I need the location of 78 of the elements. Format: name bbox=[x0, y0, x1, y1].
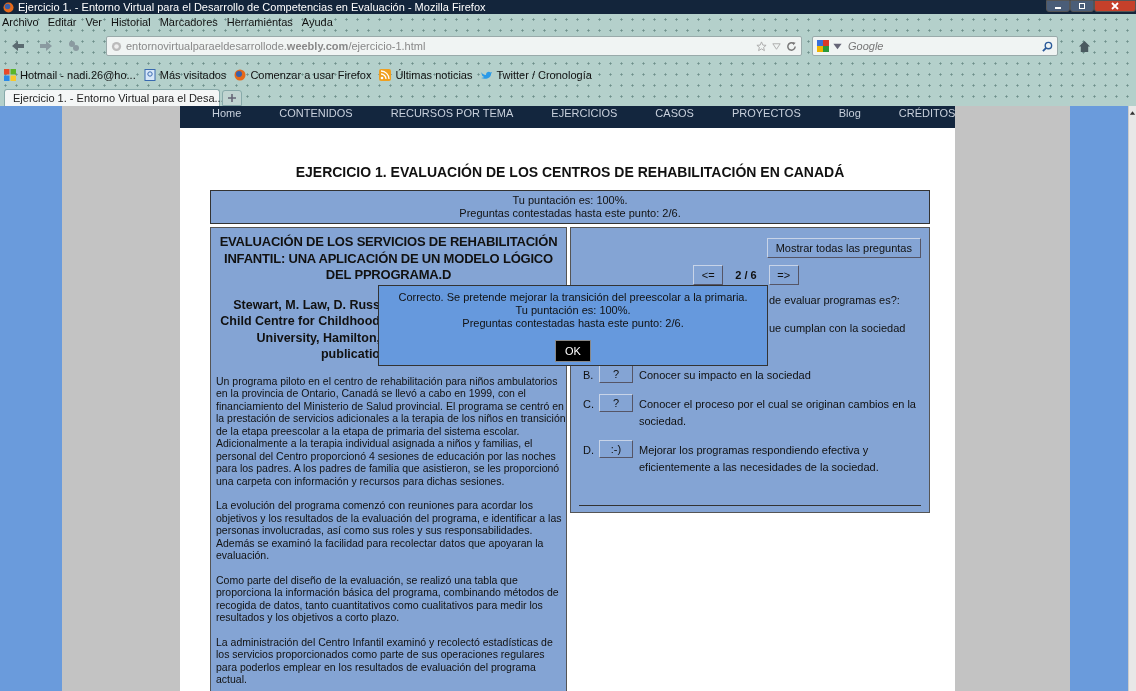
menu-item[interactable]: Ayuda bbox=[301, 16, 333, 28]
circles-icon bbox=[67, 40, 81, 52]
globe-icon bbox=[111, 40, 122, 52]
menu-item[interactable]: Herramientas bbox=[226, 16, 293, 28]
article-paragraph: La administración del Centro Infantil examinó y recolectó estadísticas de los servicios proporcionados como parte de sus operaciones regulares para poderlos emplear en los resultados de evaluación del programa actual. bbox=[216, 635, 554, 686]
search-icon[interactable] bbox=[1042, 40, 1053, 52]
new-tab-button[interactable] bbox=[222, 90, 242, 106]
question-counter: 2 / 6 bbox=[735, 269, 757, 281]
menu-item[interactable]: Historial bbox=[110, 16, 151, 28]
reload-icon[interactable] bbox=[786, 40, 797, 52]
bird-icon bbox=[480, 69, 493, 81]
plus-icon bbox=[227, 93, 237, 103]
option-text: Conocer su impacto en la sociedad bbox=[639, 368, 812, 383]
bookmark-item[interactable]: Twitter / Cronología bbox=[480, 69, 592, 81]
author-text: University, Hamilton, bbox=[256, 329, 380, 346]
menu-item[interactable]: Ver bbox=[85, 16, 102, 28]
article-paragraph: La evolución del programa comenzó con reuniones para acordar los objetivos y los resultados de la evaluación del programa, e identificar a las personas involucradas, así como sus roles y sus responsabilidades. Además se examinó la facilidad para recolectar datos que apoyaran la evaluación. bbox=[216, 499, 563, 562]
bookmark-item[interactable]: Hotmail - nadi.26@ho... bbox=[4, 69, 136, 81]
dialog-text: Correcto. Se pretende mejorar la transición del preescolar a la primaria. bbox=[397, 291, 749, 304]
option-letter: C. bbox=[583, 397, 595, 412]
ok-button[interactable]: OK bbox=[555, 340, 591, 362]
up-arrow-icon[interactable] bbox=[1129, 110, 1136, 116]
page-title: EJERCICIO 1. EVALUACIÓN DE LOS CENTROS DE REHABILITACIÓN EN CANADÁ bbox=[294, 164, 846, 180]
back-arrow-icon bbox=[11, 40, 25, 52]
bookmark-item[interactable]: Más visitados bbox=[143, 69, 227, 81]
answer-button[interactable]: :-) bbox=[599, 440, 633, 458]
dialog-text: Tu puntación es: 100%. bbox=[514, 304, 632, 317]
window-title: Ejercicio 1. - Entorno Virtual para el Desarrollo de Competencias en Evaluación - Mozilla Firefox bbox=[18, 1, 486, 13]
nav-link[interactable]: Home bbox=[212, 107, 242, 119]
score-text: Preguntas contestadas hasta este punto: 2/6. bbox=[458, 207, 682, 220]
question-text: de evaluar programas es?: bbox=[769, 293, 901, 307]
menu-item[interactable]: Editar bbox=[47, 16, 77, 28]
nav-link[interactable]: Blog bbox=[838, 107, 861, 119]
google-logo-icon bbox=[817, 40, 829, 52]
globe-icon bbox=[234, 69, 247, 81]
minimize-button[interactable] bbox=[1046, 0, 1070, 12]
bookmark-item[interactable]: Comenzar a usar Firefox bbox=[234, 69, 372, 81]
show-all-button[interactable]: Mostrar todas las preguntas bbox=[766, 238, 921, 258]
article-paragraph: Un programa piloto en el centro de rehabilitación para niños ambulatorios en la provincia de Ontario, Canadá se llevó a cabo en 1999, con el financiamiento del Ministerio de Salud provincial. El programa se centró en la prestación de servicios adicionales a la terapia de los niños en transición de la etapa preescolar a la etapa de primaria del sistema escolar. Adicionalmente a la terapia individual asignada a niños y familias, el personal del Centro proporcionó 4 sesiones de educación por las noches para los padres. A los padres de familia que asistieron, se les proporcionó una carpeta con información y recursos para dichas sesiones. bbox=[216, 374, 566, 487]
option-text: Conocer el proceso por el cual se originan cambios en la sociedad. bbox=[639, 397, 917, 429]
scrollbar[interactable] bbox=[1128, 106, 1136, 691]
maximize-icon bbox=[1077, 2, 1087, 10]
nav-link[interactable]: PROYECTOS bbox=[731, 107, 801, 119]
rss-icon bbox=[379, 69, 392, 81]
option-text: Mejorar los programas respondiendo efectiva y eficientemente a las necesidades de la sociedad. bbox=[639, 443, 880, 475]
search-field[interactable]: Google bbox=[846, 39, 1039, 53]
star-icon[interactable] bbox=[756, 40, 767, 52]
next-button[interactable]: => bbox=[768, 265, 799, 285]
answer-button[interactable]: ? bbox=[599, 394, 633, 412]
dialog-text: Preguntas contestadas hasta este punto: 2/6. bbox=[461, 317, 685, 330]
author-text: publicatio bbox=[320, 346, 380, 363]
score-text: Tu puntación es: 100%. bbox=[511, 194, 629, 207]
previous-button[interactable]: <= bbox=[693, 265, 724, 285]
nav-link[interactable]: CRÉDITOS bbox=[898, 107, 956, 119]
author-text: Child Centre for Childhood bbox=[220, 313, 380, 330]
search-bar[interactable]: Google bbox=[812, 36, 1058, 56]
close-icon bbox=[1110, 2, 1120, 10]
option-letter: D. bbox=[583, 443, 595, 458]
home-icon[interactable] bbox=[1078, 39, 1091, 53]
option-letter: B. bbox=[583, 368, 595, 383]
author-text: Stewart, M. Law, D. Russ bbox=[233, 296, 380, 313]
nav-link[interactable]: CONTENIDOS bbox=[279, 107, 353, 119]
browser-tab[interactable]: Ejercicio 1. - Entorno Virtual para el Desa... bbox=[4, 89, 220, 106]
windows-logo-icon bbox=[4, 69, 16, 81]
page-icon bbox=[143, 69, 156, 81]
close-button[interactable] bbox=[1094, 0, 1136, 12]
nav-link[interactable]: EJERCICIOS bbox=[551, 107, 618, 119]
bookmark-item[interactable]: Últimas noticias bbox=[379, 69, 473, 81]
article-paragraph: Como parte del diseño de la evaluación, se realizó una tabla que proporciona la información básica del programa, combinando métodos de recogida de datos, tanto cuantitativos como cualitativos para medir los resultados y los objetivos a corto plazo. bbox=[216, 573, 560, 624]
menu-item[interactable]: Archivo bbox=[2, 16, 39, 28]
maximize-button[interactable] bbox=[1070, 0, 1094, 12]
nav-link[interactable]: CASOS bbox=[655, 107, 694, 119]
article-heading: EVALUACIÓN DE LOS SERVICIOS DE REHABILITACIÓN INFANTIL: UNA APLICACIÓN DE UN MODELO LÓGICO DEL PPROGRAMA.D bbox=[218, 234, 559, 284]
nav-link[interactable]: RECURSOS POR TEMA bbox=[390, 107, 514, 119]
question-text: ue cumplan con la sociedad bbox=[769, 321, 907, 335]
globe-icon bbox=[3, 1, 14, 13]
menu-item[interactable]: Marcadores bbox=[159, 16, 218, 28]
forward-arrow-icon bbox=[39, 40, 53, 52]
